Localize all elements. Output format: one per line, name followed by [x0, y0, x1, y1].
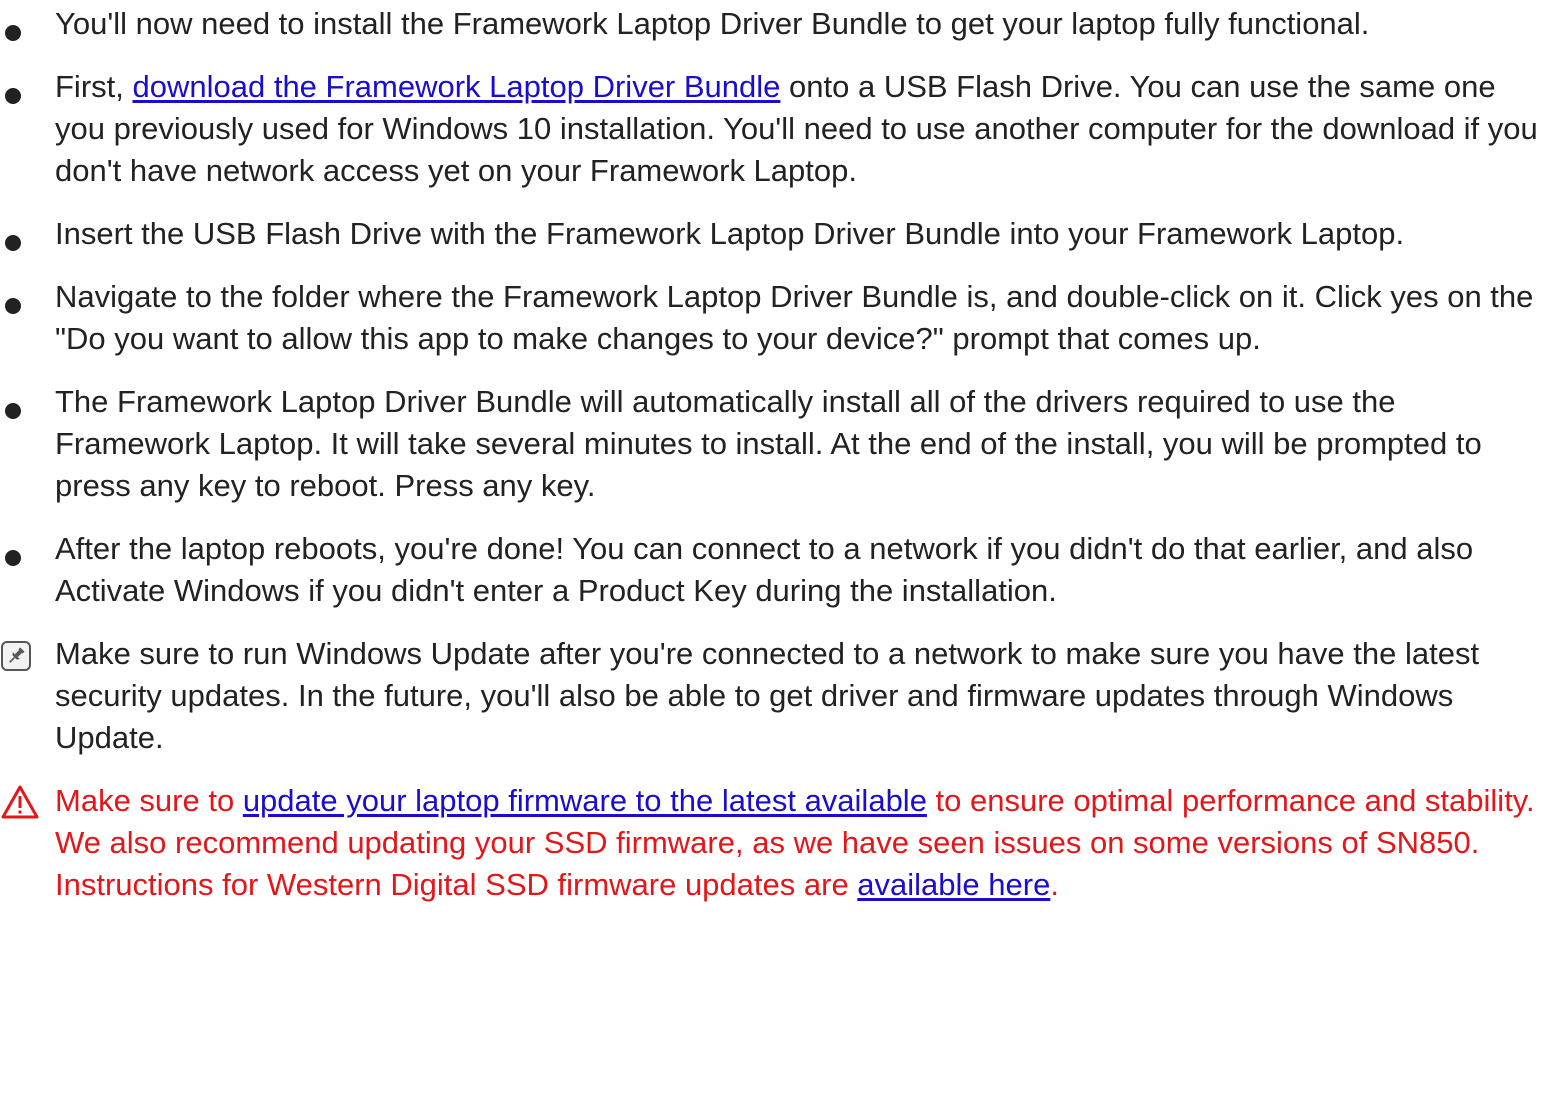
warning-callout: Make sure to update your laptop firmware…: [0, 780, 1542, 906]
step-text: You'll now need to install the Framework…: [55, 6, 1370, 41]
list-item: You'll now need to install the Framework…: [0, 3, 1542, 45]
bullet-icon: [5, 25, 21, 41]
list-item: The Framework Laptop Driver Bundle will …: [0, 381, 1542, 507]
note-callout: Make sure to run Windows Update after yo…: [0, 633, 1542, 759]
bullet-icon: [5, 88, 21, 104]
warning-text-after: .: [1050, 867, 1059, 902]
ssd-instructions-link[interactable]: available here: [857, 867, 1050, 902]
bullet-icon: [5, 403, 21, 419]
step-text: Insert the USB Flash Drive with the Fram…: [55, 216, 1405, 251]
note-text: Make sure to run Windows Update after yo…: [55, 636, 1480, 755]
pin-icon: [1, 641, 31, 671]
update-firmware-link[interactable]: update your laptop firmware to the lates…: [243, 783, 927, 818]
step-text: After the laptop reboots, you're done! Y…: [55, 531, 1474, 608]
bullet-icon: [5, 235, 21, 251]
list-item: Insert the USB Flash Drive with the Fram…: [0, 213, 1542, 255]
step-text-before: First,: [55, 69, 133, 104]
steps-list: You'll now need to install the Framework…: [0, 3, 1542, 906]
warning-text-before: Make sure to: [55, 783, 243, 818]
list-item: Navigate to the folder where the Framewo…: [0, 276, 1542, 360]
step-text: Navigate to the folder where the Framewo…: [55, 279, 1534, 356]
bullet-icon: [5, 298, 21, 314]
step-text: The Framework Laptop Driver Bundle will …: [55, 384, 1482, 503]
list-item: First, download the Framework Laptop Dri…: [0, 66, 1542, 192]
instructions-content: You'll now need to install the Framework…: [0, 3, 1542, 927]
download-driver-bundle-link[interactable]: download the Framework Laptop Driver Bun…: [133, 69, 781, 104]
list-item: After the laptop reboots, you're done! Y…: [0, 528, 1542, 612]
bullet-icon: [5, 550, 21, 566]
warning-triangle-icon: [0, 784, 40, 820]
